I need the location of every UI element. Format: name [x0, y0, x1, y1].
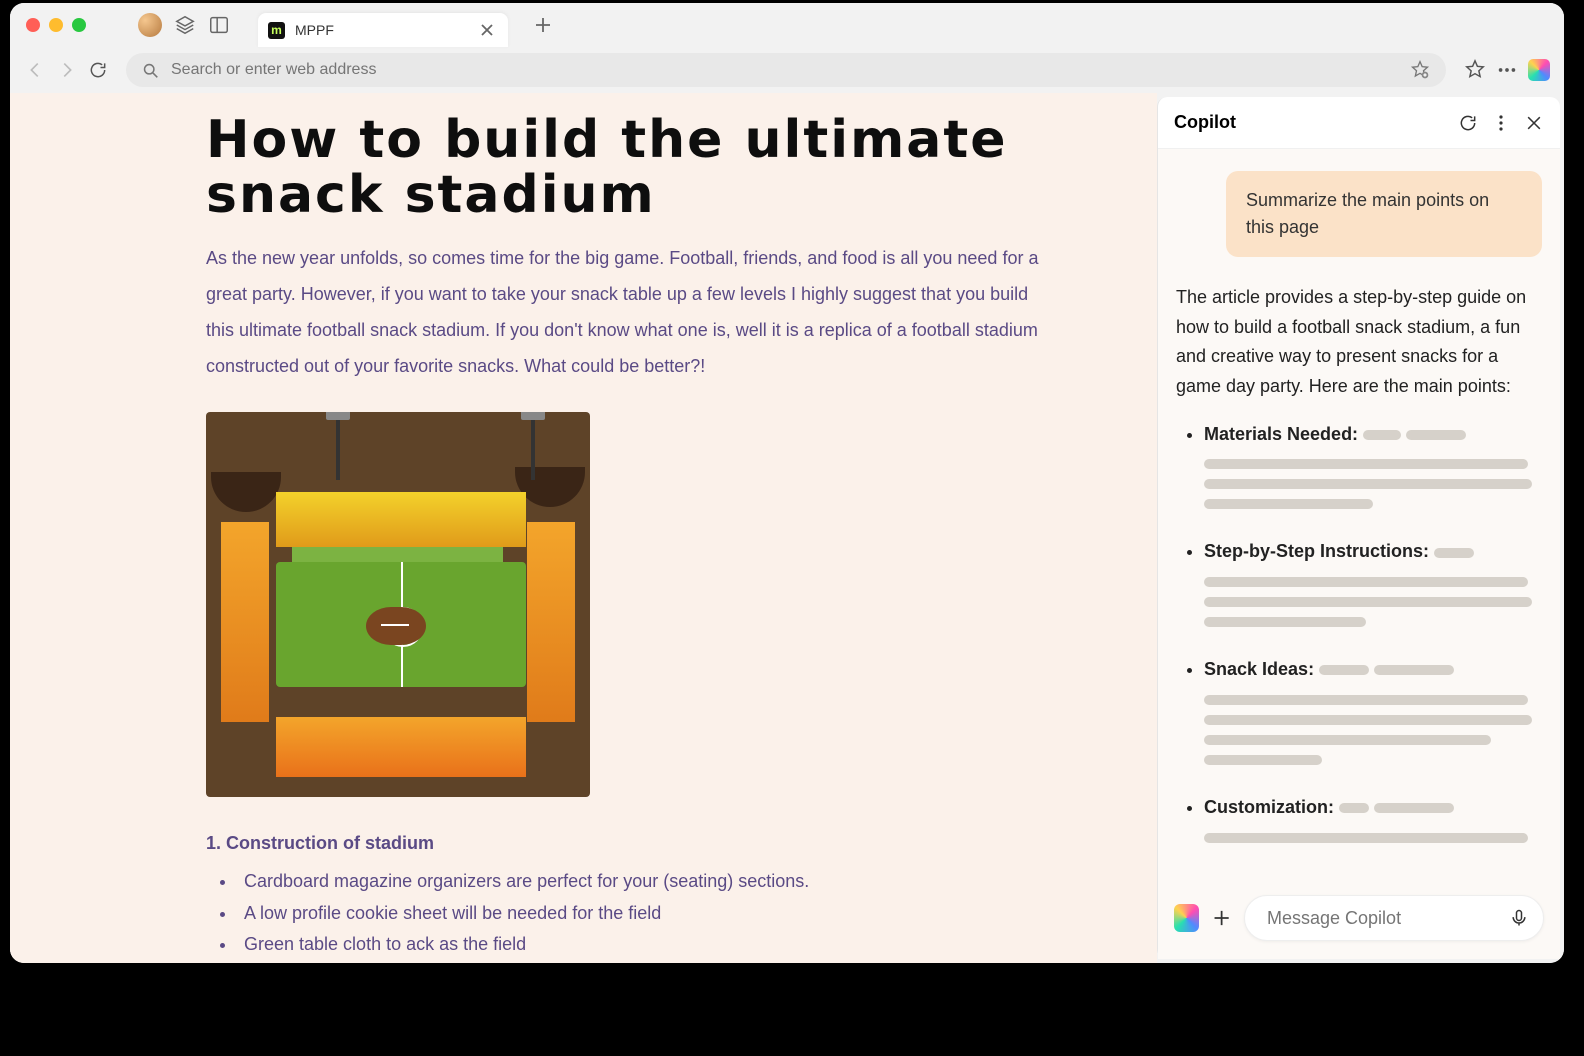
title-line-2: snack stadium	[206, 165, 656, 225]
tab-favicon: m	[268, 22, 285, 39]
address-input[interactable]	[171, 61, 1398, 79]
tab-title: MPPF	[295, 22, 470, 38]
article-title: How to build the ultimate snack stadium	[206, 113, 1046, 222]
list-item: Green table cloth to ack as the field	[214, 929, 1046, 961]
window-controls	[26, 18, 86, 32]
list-item: Cardboard magazine organizers are perfec…	[214, 866, 1046, 898]
article-intro: As the new year unfolds, so comes time f…	[206, 240, 1046, 384]
toolbar	[10, 47, 1564, 93]
assistant-bullet: Snack Ideas:	[1204, 655, 1542, 765]
bullet-label: Materials Needed:	[1204, 424, 1358, 444]
fullscreen-window-button[interactable]	[72, 18, 86, 32]
assistant-bullet: Customization:	[1204, 793, 1542, 843]
bullet-label: Step-by-Step Instructions:	[1204, 541, 1429, 561]
reload-button[interactable]	[88, 60, 108, 80]
user-message: Summarize the main points on this page	[1226, 171, 1542, 257]
copilot-input-row	[1158, 881, 1560, 959]
bullet-label: Customization:	[1204, 797, 1334, 817]
copilot-message-box[interactable]	[1244, 895, 1544, 941]
favorites-button[interactable]	[1464, 59, 1486, 81]
titlebar: m MPPF	[10, 3, 1564, 47]
close-tab-icon[interactable]	[480, 23, 494, 37]
search-icon	[142, 62, 159, 79]
section-1-heading: 1. Construction of stadium	[206, 833, 1046, 854]
workspaces-icon[interactable]	[174, 14, 196, 36]
more-vertical-icon[interactable]	[1492, 114, 1510, 132]
assistant-intro: The article provides a step-by-step guid…	[1176, 287, 1526, 396]
copilot-sidebar: Copilot Summarize the main points on thi…	[1157, 97, 1560, 959]
assistant-message: The article provides a step-by-step guid…	[1176, 283, 1542, 843]
title-line-1: How to build the ultimate	[206, 110, 1007, 170]
more-menu-button[interactable]	[1496, 59, 1518, 81]
forward-button[interactable]	[56, 59, 78, 81]
content-area: How to build the ultimate snack stadium …	[10, 93, 1564, 963]
microphone-icon[interactable]	[1509, 908, 1529, 928]
close-window-button[interactable]	[26, 18, 40, 32]
close-panel-icon[interactable]	[1524, 113, 1544, 133]
copilot-conversation: Summarize the main points on this page T…	[1158, 149, 1560, 881]
copilot-input[interactable]	[1267, 908, 1499, 929]
page-body: How to build the ultimate snack stadium …	[10, 93, 1157, 963]
split-view-icon[interactable]	[208, 14, 230, 36]
browser-window: m MPPF How to build the ultimate snack s…	[10, 3, 1564, 963]
minimize-window-button[interactable]	[49, 18, 63, 32]
collections-star-icon[interactable]	[1410, 60, 1430, 80]
add-attachment-button[interactable]	[1211, 906, 1232, 930]
address-bar[interactable]	[126, 53, 1446, 87]
bullet-label: Snack Ideas:	[1204, 659, 1314, 679]
profile-avatar[interactable]	[138, 13, 162, 37]
copilot-title: Copilot	[1174, 112, 1444, 133]
new-tab-button[interactable]	[534, 16, 552, 34]
section-1-list: Cardboard magazine organizers are perfec…	[214, 866, 1046, 961]
copilot-logo-icon[interactable]	[1174, 904, 1199, 932]
article-hero-image	[206, 412, 590, 797]
assistant-bullet: Step-by-Step Instructions:	[1204, 537, 1542, 627]
assistant-bullet: Materials Needed:	[1204, 420, 1542, 510]
copilot-header: Copilot	[1158, 97, 1560, 149]
back-button[interactable]	[24, 59, 46, 81]
list-item: A low profile cookie sheet will be neede…	[214, 898, 1046, 930]
copilot-toolbar-button[interactable]	[1528, 59, 1550, 81]
refresh-icon[interactable]	[1458, 113, 1478, 133]
browser-tab[interactable]: m MPPF	[258, 13, 508, 47]
